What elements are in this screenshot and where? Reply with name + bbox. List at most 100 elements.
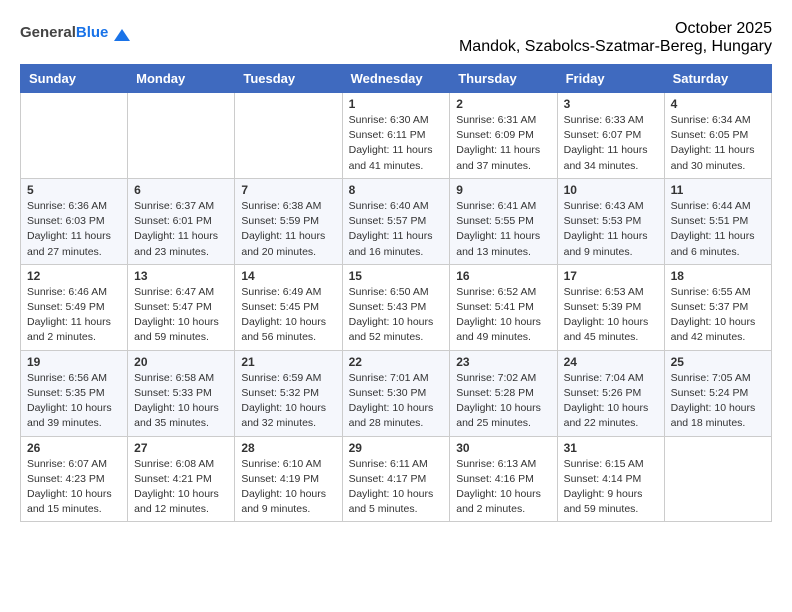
table-row: 3Sunrise: 6:33 AMSunset: 6:07 PMDaylight… <box>557 93 664 179</box>
month-year-title: October 2025 <box>20 20 772 38</box>
day-number: 1 <box>349 97 444 111</box>
table-row <box>664 436 771 522</box>
table-row: 20Sunrise: 6:58 AMSunset: 5:33 PMDayligh… <box>128 350 235 436</box>
table-row: 9 Sunrise: 6:41 AMSunset: 5:55 PMDaylight… <box>450 178 557 264</box>
col-wednesday: Wednesday <box>342 65 450 93</box>
day-info: Sunrise: 6:10 AMSunset: 4:19 PMDaylight:… <box>241 457 335 518</box>
day-info: Sunrise: 6:44 AMSunset: 5:51 PMDaylight:… <box>671 199 765 260</box>
table-row: 26Sunrise: 6:07 AMSunset: 4:23 PMDayligh… <box>21 436 128 522</box>
calendar-week-row: 5Sunrise: 6:36 AMSunset: 6:03 PMDaylight… <box>21 178 772 264</box>
page-header: GeneralBlue October 2025 Mandok, Szabolc… <box>20 20 772 56</box>
table-row: 16 Sunrise: 6:52 AMSunset: 5:41 PMDayligh… <box>450 264 557 350</box>
day-info: Sunrise: 7:05 AMSunset: 5:24 PMDaylight:… <box>671 371 765 432</box>
day-info: Sunrise: 6:59 AMSunset: 5:32 PMDaylight:… <box>241 371 335 432</box>
day-number: 10 <box>564 183 658 197</box>
calendar-week-row: 12Sunrise: 6:46 AMSunset: 5:49 PMDayligh… <box>21 264 772 350</box>
location-subtitle: Mandok, Szabolcs-Szatmar-Bereg, Hungary <box>20 38 772 56</box>
table-row: 15Sunrise: 6:50 AMSunset: 5:43 PMDayligh… <box>342 264 450 350</box>
day-number: 18 <box>671 269 765 283</box>
day-number: 27 <box>134 441 228 455</box>
day-number: 29 <box>349 441 444 455</box>
col-friday: Friday <box>557 65 664 93</box>
col-thursday: Thursday <box>450 65 557 93</box>
table-row: 24 Sunrise: 7:04 AMSunset: 5:26 PMDayligh… <box>557 350 664 436</box>
calendar-table: Sunday Monday Tuesday Wednesday Thursday… <box>20 64 772 522</box>
day-number: 30 <box>456 441 550 455</box>
table-row: 10 Sunrise: 6:43 AMSunset: 5:53 PMDayligh… <box>557 178 664 264</box>
day-info: Sunrise: 6:40 AMSunset: 5:57 PMDaylight:… <box>349 199 444 260</box>
day-info: Sunrise: 6:31 AMSunset: 6:09 PMDaylight:… <box>456 113 550 174</box>
day-number: 28 <box>241 441 335 455</box>
table-row: 22 Sunrise: 7:01 AMSunset: 5:30 PMDayligh… <box>342 350 450 436</box>
day-number: 6 <box>134 183 228 197</box>
day-info: Sunrise: 6:36 AMSunset: 6:03 PMDaylight:… <box>27 199 121 260</box>
day-info: Sunrise: 6:50 AMSunset: 5:43 PMDaylight:… <box>349 285 444 346</box>
day-number: 7 <box>241 183 335 197</box>
col-tuesday: Tuesday <box>235 65 342 93</box>
day-number: 11 <box>671 183 765 197</box>
table-row: 6 Sunrise: 6:37 AMSunset: 6:01 PMDaylight… <box>128 178 235 264</box>
table-row: 12Sunrise: 6:46 AMSunset: 5:49 PMDayligh… <box>21 264 128 350</box>
table-row: 19 Sunrise: 6:56 AMSunset: 5:35 PMDayligh… <box>21 350 128 436</box>
table-row: 14Sunrise: 6:49 AMSunset: 5:45 PMDayligh… <box>235 264 342 350</box>
table-row <box>128 93 235 179</box>
day-number: 31 <box>564 441 658 455</box>
col-sunday: Sunday <box>21 65 128 93</box>
table-row <box>21 93 128 179</box>
day-info: Sunrise: 6:13 AMSunset: 4:16 PMDaylight:… <box>456 457 550 518</box>
day-info: Sunrise: 6:33 AMSunset: 6:07 PMDaylight:… <box>564 113 658 174</box>
day-info: Sunrise: 7:04 AMSunset: 5:26 PMDaylight:… <box>564 371 658 432</box>
day-number: 22 <box>349 355 444 369</box>
day-info: Sunrise: 6:52 AMSunset: 5:41 PMDaylight:… <box>456 285 550 346</box>
day-info: Sunrise: 7:02 AMSunset: 5:28 PMDaylight:… <box>456 371 550 432</box>
day-info: Sunrise: 6:43 AMSunset: 5:53 PMDaylight:… <box>564 199 658 260</box>
day-number: 17 <box>564 269 658 283</box>
col-monday: Monday <box>128 65 235 93</box>
day-info: Sunrise: 6:37 AMSunset: 6:01 PMDaylight:… <box>134 199 228 260</box>
day-info: Sunrise: 6:58 AMSunset: 5:33 PMDaylight:… <box>134 371 228 432</box>
table-row: 17 Sunrise: 6:53 AMSunset: 5:39 PMDayligh… <box>557 264 664 350</box>
table-row: 27 Sunrise: 6:08 AMSunset: 4:21 PMDayligh… <box>128 436 235 522</box>
col-saturday: Saturday <box>664 65 771 93</box>
day-number: 2 <box>456 97 550 111</box>
day-number: 9 <box>456 183 550 197</box>
day-number: 16 <box>456 269 550 283</box>
calendar-week-row: 19 Sunrise: 6:56 AMSunset: 5:35 PMDayligh… <box>21 350 772 436</box>
day-info: Sunrise: 6:38 AMSunset: 5:59 PMDaylight:… <box>241 199 335 260</box>
day-number: 26 <box>27 441 121 455</box>
day-number: 23 <box>456 355 550 369</box>
day-info: Sunrise: 6:47 AMSunset: 5:47 PMDaylight:… <box>134 285 228 346</box>
day-info: Sunrise: 6:56 AMSunset: 5:35 PMDaylight:… <box>27 371 121 432</box>
calendar-week-row: 26Sunrise: 6:07 AMSunset: 4:23 PMDayligh… <box>21 436 772 522</box>
table-row: 5Sunrise: 6:36 AMSunset: 6:03 PMDaylight… <box>21 178 128 264</box>
day-info: Sunrise: 6:46 AMSunset: 5:49 PMDaylight:… <box>27 285 121 346</box>
logo: GeneralBlue <box>20 24 130 48</box>
day-number: 25 <box>671 355 765 369</box>
calendar-week-row: 1Sunrise: 6:30 AMSunset: 6:11 PMDaylight… <box>21 93 772 179</box>
day-number: 21 <box>241 355 335 369</box>
logo-blue: Blue <box>76 24 109 41</box>
table-row: 4Sunrise: 6:34 AMSunset: 6:05 PMDaylight… <box>664 93 771 179</box>
table-row: 25 Sunrise: 7:05 AMSunset: 5:24 PMDayligh… <box>664 350 771 436</box>
table-row: 30 Sunrise: 6:13 AMSunset: 4:16 PMDayligh… <box>450 436 557 522</box>
day-info: Sunrise: 6:15 AMSunset: 4:14 PMDaylight:… <box>564 457 658 518</box>
day-info: Sunrise: 6:41 AMSunset: 5:55 PMDaylight:… <box>456 199 550 260</box>
day-number: 13 <box>134 269 228 283</box>
table-row: 13 Sunrise: 6:47 AMSunset: 5:47 PMDayligh… <box>128 264 235 350</box>
table-row: 31 Sunrise: 6:15 AMSunset: 4:14 PMDayligh… <box>557 436 664 522</box>
day-info: Sunrise: 6:53 AMSunset: 5:39 PMDaylight:… <box>564 285 658 346</box>
table-row: 11 Sunrise: 6:44 AMSunset: 5:51 PMDayligh… <box>664 178 771 264</box>
logo-general: General <box>20 24 76 41</box>
table-row: 18 Sunrise: 6:55 AMSunset: 5:37 PMDayligh… <box>664 264 771 350</box>
day-info: Sunrise: 7:01 AMSunset: 5:30 PMDaylight:… <box>349 371 444 432</box>
day-info: Sunrise: 6:55 AMSunset: 5:37 PMDaylight:… <box>671 285 765 346</box>
day-number: 8 <box>349 183 444 197</box>
day-number: 19 <box>27 355 121 369</box>
table-row: 8 Sunrise: 6:40 AMSunset: 5:57 PMDaylight… <box>342 178 450 264</box>
day-info: Sunrise: 6:08 AMSunset: 4:21 PMDaylight:… <box>134 457 228 518</box>
day-number: 24 <box>564 355 658 369</box>
day-info: Sunrise: 6:11 AMSunset: 4:17 PMDaylight:… <box>349 457 444 518</box>
day-number: 4 <box>671 97 765 111</box>
table-row: 2 Sunrise: 6:31 AMSunset: 6:09 PMDaylight… <box>450 93 557 179</box>
table-row: 23 Sunrise: 7:02 AMSunset: 5:28 PMDayligh… <box>450 350 557 436</box>
